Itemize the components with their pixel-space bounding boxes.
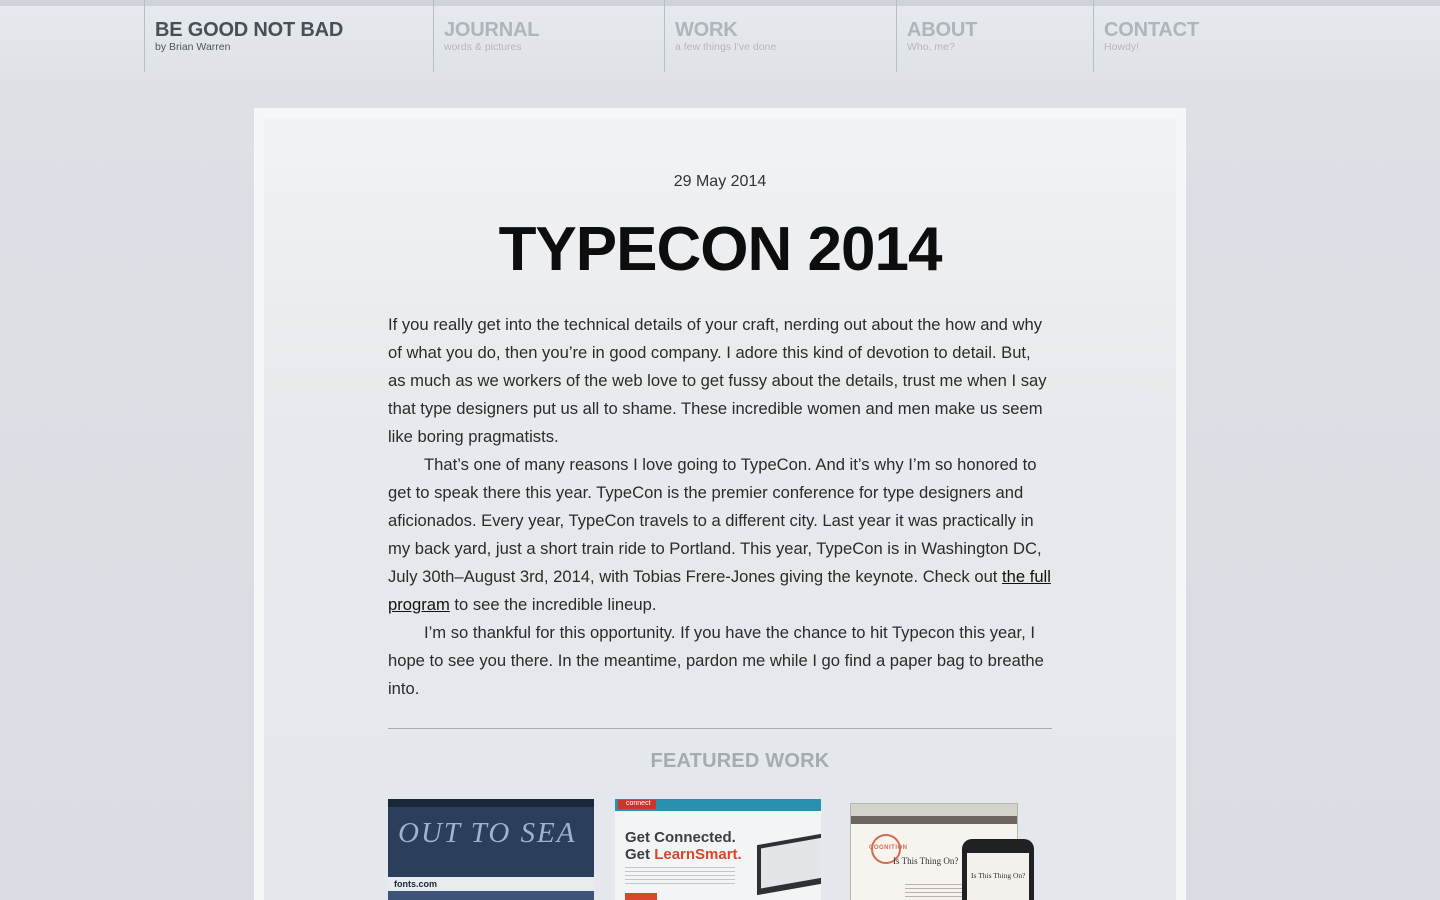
nav-item-subtitle: Who, me? (907, 41, 955, 53)
nav-item-subtitle: words & pictures (444, 41, 522, 53)
thumb-headline-2-accent: LearnSmart. (654, 846, 742, 863)
nav-item-title: JOURNAL (444, 19, 540, 41)
featured-thumb-out-to-sea[interactable]: OUT TO SEA fonts.com (388, 799, 594, 900)
article: 29 May 2014 TYPECON 2014 If you really g… (264, 118, 1176, 900)
thumb-cta-button (625, 893, 657, 900)
site-nav: BE GOOD NOT BAD by Brian Warren JOURNAL … (0, 0, 1440, 72)
thumb-site-name: fonts.com (394, 879, 438, 889)
featured-thumb-connect[interactable]: connect Get Connected. Get LearnSmart. (615, 799, 821, 900)
nav-brand-link[interactable]: BE GOOD NOT BAD by Brian Warren (144, 0, 433, 72)
paragraph-2-text: That’s one of many reasons I love going … (388, 455, 1042, 586)
nav-item-journal[interactable]: JOURNAL words & pictures (433, 0, 664, 72)
nav-item-subtitle: Howdy! (1104, 41, 1140, 53)
thumb-text-lines (625, 867, 735, 885)
featured-work-heading: FEATURED WORK (650, 750, 830, 772)
post-date: 29 May 2014 (673, 173, 767, 190)
thumb-header-band (388, 799, 594, 807)
paragraph-1: If you really get into the technical det… (388, 315, 1047, 446)
nav-item-work[interactable]: WORK a few things I've done (664, 0, 896, 72)
thumb-headline-2: Get LearnSmart. (625, 846, 742, 863)
nav-item-contact[interactable]: CONTACT Howdy! (1093, 0, 1293, 72)
cognition-logo-text: COGNITION (869, 845, 908, 851)
divider (388, 728, 1052, 729)
nav-item-title: WORK (675, 19, 738, 41)
nav-item-title: ABOUT (907, 19, 978, 41)
connect-logo: connect (618, 800, 656, 809)
paragraph-3: I’m so thankful for this opportunity. If… (388, 623, 1044, 698)
featured-thumb-cognition[interactable]: COGNITION Is This Thing On? Is This Thin… (842, 799, 1048, 900)
thumb-header-bar: connect (615, 799, 821, 811)
thumb-headline: OUT TO SEA (398, 817, 577, 849)
browser-titlebar (851, 804, 1017, 816)
browser-nav-bar (851, 816, 1017, 824)
thumb-post-title: Is This Thing On? (893, 856, 959, 866)
nav-item-title: CONTACT (1104, 19, 1199, 41)
nav-item-about[interactable]: ABOUT Who, me? (896, 0, 1093, 72)
post-body: If you really get into the technical det… (388, 311, 1052, 703)
paragraph-2-tail: to see the incredible lineup. (449, 595, 657, 614)
nav-item-subtitle: a few things I've done (675, 41, 777, 53)
laptop-image (757, 832, 821, 896)
thumb-site-bar: fonts.com (388, 877, 594, 891)
article-card: 29 May 2014 TYPECON 2014 If you really g… (254, 108, 1186, 900)
phone-image: Is This Thing On? (962, 839, 1034, 900)
thumb-footer-band (388, 891, 594, 900)
post-title: TYPECON 2014 (498, 215, 943, 284)
connect-logo-text: connect (626, 800, 651, 807)
brand-subtitle: by Brian Warren (155, 41, 231, 53)
thumb-headline-2-prefix: Get (625, 846, 655, 863)
paragraph-2: That’s one of many reasons I love going … (388, 451, 1052, 619)
thumb-headline-1: Get Connected. (625, 829, 736, 846)
brand-title: BE GOOD NOT BAD (155, 19, 344, 41)
phone-post-title: Is This Thing On? (971, 871, 1026, 880)
